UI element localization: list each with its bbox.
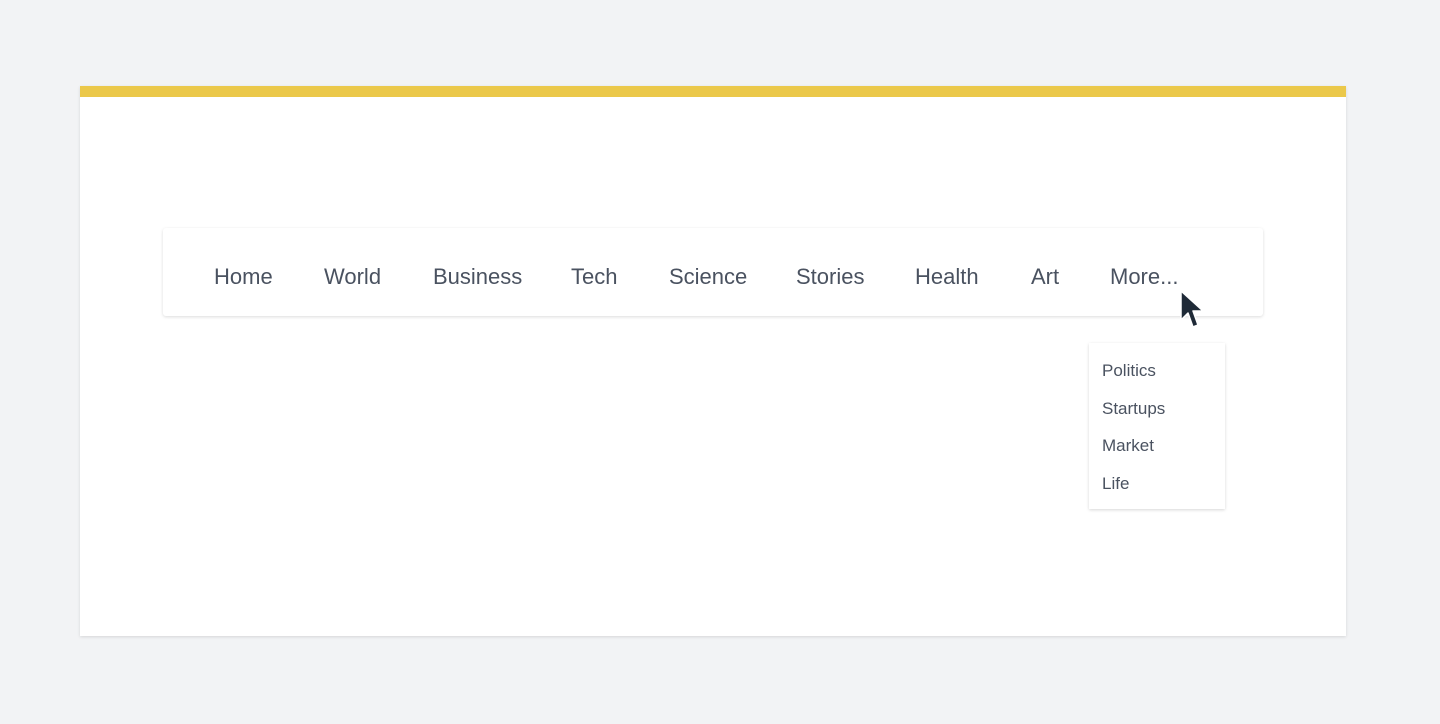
nav-item-science[interactable]: Science (669, 228, 747, 316)
nav-item-world[interactable]: World (324, 228, 381, 316)
accent-bar (80, 86, 1346, 97)
dropdown-item-startups[interactable]: Startups (1089, 396, 1225, 434)
nav-item-tech[interactable]: Tech (571, 228, 617, 316)
nav-item-health[interactable]: Health (915, 228, 979, 316)
dropdown-item-politics[interactable]: Politics (1089, 358, 1225, 396)
nav-item-stories[interactable]: Stories (796, 228, 864, 316)
nav-item-business[interactable]: Business (433, 228, 522, 316)
top-navigation: Home World Business Tech Science Stories… (163, 228, 1263, 316)
more-dropdown-menu: Politics Startups Market Life (1089, 343, 1225, 509)
dropdown-item-market[interactable]: Market (1089, 433, 1225, 471)
nav-item-art[interactable]: Art (1031, 228, 1059, 316)
nav-item-more[interactable]: More... (1110, 228, 1178, 316)
dropdown-item-life[interactable]: Life (1089, 471, 1225, 509)
nav-item-home[interactable]: Home (214, 228, 273, 316)
mouse-pointer-icon (1180, 290, 1204, 328)
content-card: Home World Business Tech Science Stories… (80, 86, 1346, 636)
